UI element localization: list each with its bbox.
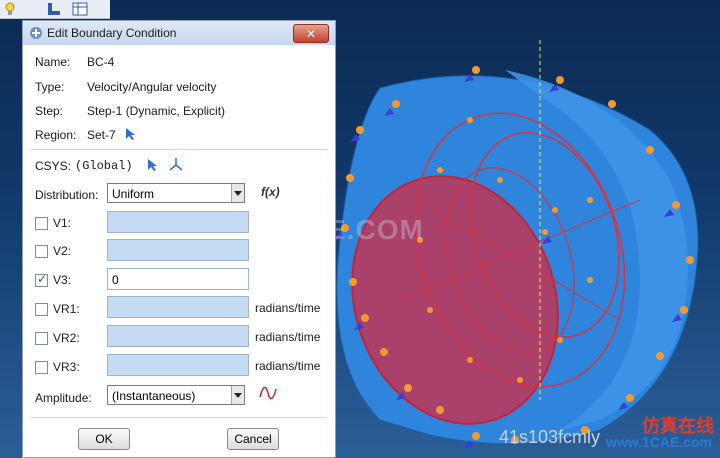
separator	[31, 417, 327, 418]
vr2-checkbox[interactable]	[35, 332, 48, 345]
v1-input[interactable]	[107, 211, 249, 233]
dialog-title: Edit Boundary Condition	[47, 26, 177, 40]
amplitude-select[interactable]: (Instantaneous)	[107, 385, 245, 405]
step-value: Step-1 (Dynamic, Explicit)	[87, 104, 226, 118]
query-icon[interactable]	[46, 1, 62, 17]
vr2-label: VR2:	[53, 331, 80, 345]
fx-button[interactable]: f(x)	[261, 185, 280, 199]
ok-button[interactable]: OK	[78, 428, 130, 450]
brand-url: www.1CAE.com	[605, 434, 712, 450]
amplitude-value: (Instantaneous)	[112, 389, 196, 403]
vr1-input[interactable]	[107, 296, 249, 318]
vr2-input[interactable]	[107, 325, 249, 347]
v3-input[interactable]: 0	[107, 268, 249, 290]
v1-label: V1:	[53, 216, 72, 230]
close-button[interactable]: ✕	[293, 24, 329, 43]
dialog-titlebar[interactable]: Edit Boundary Condition ✕	[23, 21, 335, 46]
vr3-input[interactable]	[107, 354, 249, 376]
v2-input[interactable]	[107, 239, 249, 261]
csys-axes-icon[interactable]	[169, 157, 183, 176]
dialog-app-icon	[29, 26, 43, 40]
amplitude-label: Amplitude:	[35, 391, 92, 405]
pick-csys-arrow-icon[interactable]	[147, 158, 159, 177]
dialog-content: Name: BC-4 Type: Velocity/Angular veloci…	[23, 45, 335, 457]
v2-label: V2:	[53, 244, 72, 258]
vr1-unit: radians/time	[255, 301, 321, 315]
main-toolbar	[0, 0, 110, 19]
csys-label: CSYS:	[35, 159, 72, 173]
step-label: Step:	[35, 104, 64, 118]
pick-region-arrow-icon[interactable]	[125, 127, 137, 146]
type-value: Velocity/Angular velocity	[87, 80, 217, 94]
vr1-checkbox[interactable]	[35, 303, 48, 316]
credit-text: 41s103fcmly	[498, 427, 600, 447]
create-amplitude-icon[interactable]	[259, 385, 277, 406]
lightbulb-icon[interactable]	[2, 1, 18, 17]
vr1-label: VR1:	[53, 302, 80, 316]
separator	[31, 149, 327, 150]
distribution-value: Uniform	[112, 187, 155, 201]
name-label: Name:	[35, 55, 71, 69]
chevron-down-icon[interactable]	[231, 386, 244, 404]
vr3-label: VR3:	[53, 360, 80, 374]
cancel-button[interactable]: Cancel	[227, 428, 279, 450]
v1-checkbox[interactable]	[35, 217, 48, 230]
type-label: Type:	[35, 80, 65, 94]
distribution-select[interactable]: Uniform	[107, 183, 245, 203]
distribution-label: Distribution:	[35, 188, 99, 202]
vr3-unit: radians/time	[255, 359, 321, 373]
region-label: Region:	[35, 128, 77, 142]
region-value: Set-7	[87, 128, 116, 142]
v3-checkbox[interactable]	[35, 272, 48, 287]
edit-boundary-condition-dialog: Edit Boundary Condition ✕ Name: BC-4 Typ…	[22, 20, 336, 458]
vr2-unit: radians/time	[255, 330, 321, 344]
csys-value: (Global)	[75, 159, 133, 173]
name-value: BC-4	[87, 55, 115, 69]
chevron-down-icon[interactable]	[231, 184, 244, 202]
table-icon[interactable]	[72, 1, 88, 17]
v2-checkbox[interactable]	[35, 245, 48, 258]
vr3-checkbox[interactable]	[35, 361, 48, 374]
v3-label: V3:	[53, 273, 72, 287]
